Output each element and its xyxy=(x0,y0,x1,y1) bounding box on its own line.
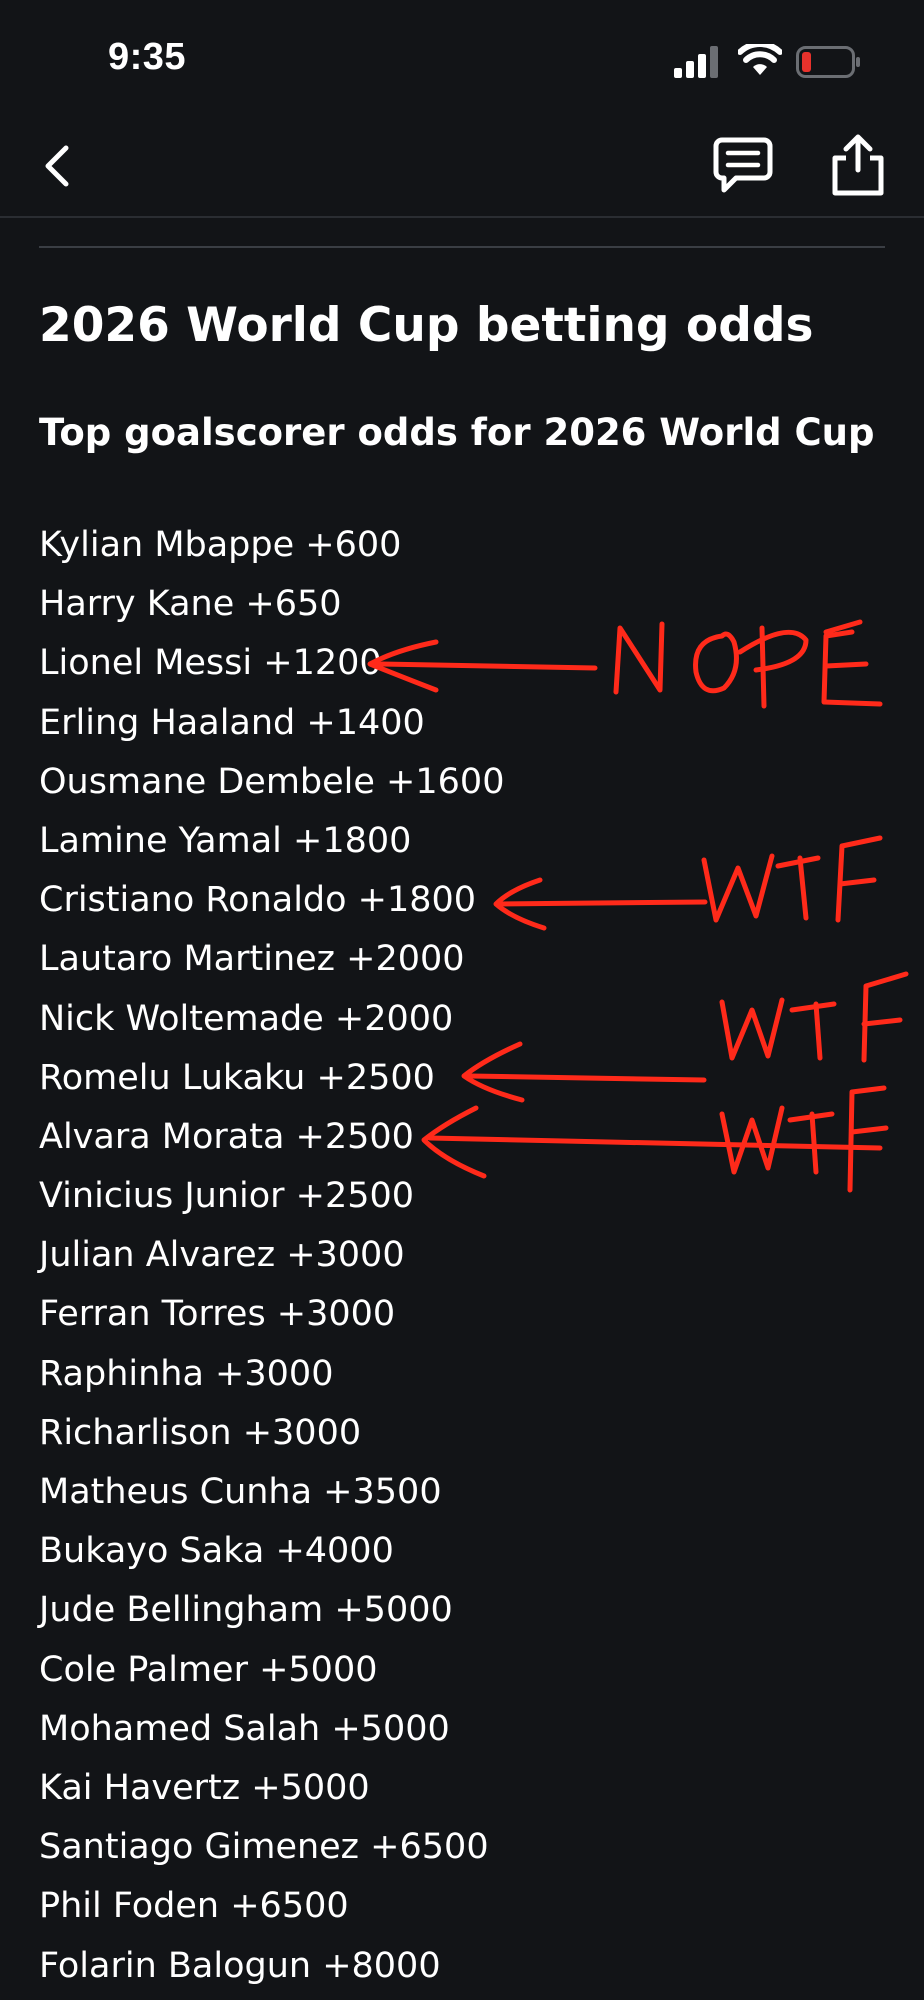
annotation-wtf-2 xyxy=(719,971,909,1063)
annotation-arrow-ronaldo xyxy=(493,877,708,931)
odds-item: Mohamed Salah +5000 xyxy=(39,1708,450,1749)
odds-item: Bukayo Saka +4000 xyxy=(39,1531,394,1572)
odds-item: Alvara Morata +2500 xyxy=(39,1116,414,1157)
signal-icon xyxy=(674,46,720,82)
odds-item: Cole Palmer +5000 xyxy=(39,1649,378,1690)
odds-item: Cristiano Ronaldo +1800 xyxy=(39,880,477,921)
odds-list: Kylian Mbappe +600 Harry Kane +650 Lione… xyxy=(39,516,504,1996)
annotation-wtf-1 xyxy=(701,835,883,923)
odds-item: Romelu Lukaku +2500 xyxy=(39,1057,435,1098)
odds-item: Kylian Mbappe +600 xyxy=(39,525,402,565)
back-chevron-icon xyxy=(45,145,69,187)
odds-item: Santiago Gimenez +6500 xyxy=(39,1827,489,1868)
comments-icon xyxy=(713,137,773,193)
article-subtitle: Top goalscorer odds for 2026 World Cup xyxy=(39,411,875,454)
nav-bar xyxy=(0,120,924,218)
article-divider xyxy=(39,246,885,248)
odds-item: Erling Haaland +1400 xyxy=(39,702,425,743)
odds-item: Folarin Balogun +8000 xyxy=(39,1945,441,1986)
annotation-wtf-3 xyxy=(719,1085,889,1193)
status-time: 9:35 xyxy=(108,36,187,78)
odds-item: Richarlison +3000 xyxy=(39,1412,362,1453)
odds-item: Phil Foden +6500 xyxy=(39,1886,349,1927)
odds-item: Raphinha +3000 xyxy=(39,1353,334,1394)
odds-item: Jude Bellingham +5000 xyxy=(39,1590,453,1631)
odds-item: Kai Havertz +5000 xyxy=(39,1767,370,1808)
status-bar: 9:35 xyxy=(0,0,924,120)
back-button[interactable] xyxy=(36,138,80,198)
odds-item: Lamine Yamal +1800 xyxy=(39,820,412,861)
odds-item: Nick Woltemade +2000 xyxy=(39,998,454,1039)
odds-item: Lionel Messi +1200 xyxy=(39,643,382,684)
share-icon xyxy=(832,134,884,196)
odds-item: Vinicius Junior +2500 xyxy=(39,1176,415,1217)
odds-item: Ousmane Dembele +1600 xyxy=(39,761,505,802)
odds-item: Harry Kane +650 xyxy=(39,584,342,625)
wifi-icon xyxy=(737,41,783,82)
odds-item: Matheus Cunha +3500 xyxy=(39,1472,442,1512)
article-title: 2026 World Cup betting odds xyxy=(39,298,814,353)
share-button[interactable] xyxy=(828,132,888,198)
annotation-nope xyxy=(613,619,883,709)
comments-button[interactable] xyxy=(712,134,774,196)
battery-low-icon xyxy=(796,46,862,82)
odds-item: Lautaro Martinez +2000 xyxy=(39,939,465,980)
odds-item: Ferran Torres +3000 xyxy=(39,1294,396,1335)
odds-item: Julian Alvarez +3000 xyxy=(39,1235,405,1276)
